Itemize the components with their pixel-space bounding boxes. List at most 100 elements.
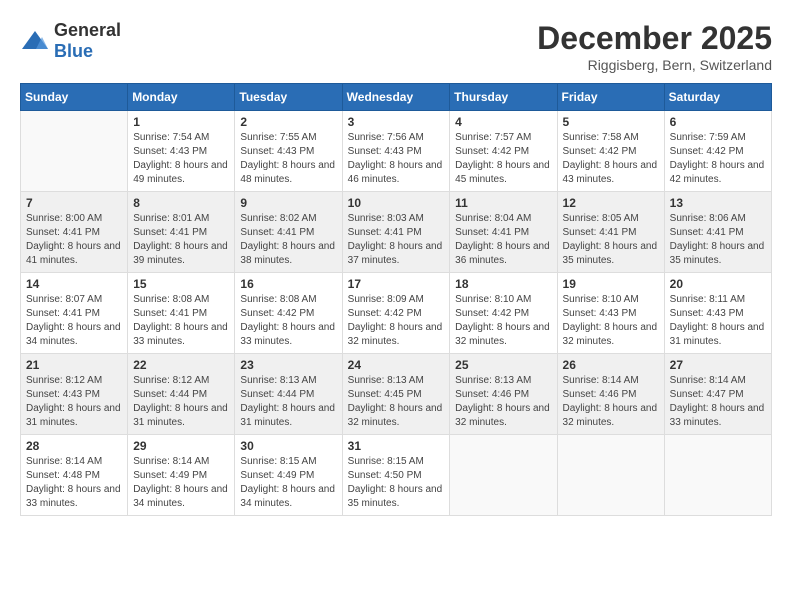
- day-number: 27: [670, 358, 766, 372]
- weekday-header-sunday: Sunday: [21, 84, 128, 111]
- day-number: 15: [133, 277, 229, 291]
- day-info: Sunrise: 8:08 AMSunset: 4:41 PMDaylight:…: [133, 293, 229, 349]
- day-info: Sunrise: 8:08 AMSunset: 4:42 PMDaylight:…: [240, 293, 336, 349]
- day-info: Sunrise: 8:14 AMSunset: 4:49 PMDaylight:…: [133, 455, 229, 511]
- calendar-cell: 30 Sunrise: 8:15 AMSunset: 4:49 PMDayligh…: [235, 435, 342, 516]
- calendar-cell: [557, 435, 664, 516]
- day-number: 3: [348, 115, 445, 129]
- day-info: Sunrise: 8:13 AMSunset: 4:45 PMDaylight:…: [348, 374, 445, 430]
- calendar-cell: [21, 111, 128, 192]
- day-number: 13: [670, 196, 766, 210]
- day-number: 22: [133, 358, 229, 372]
- day-number: 21: [26, 358, 122, 372]
- calendar-cell: 9 Sunrise: 8:02 AMSunset: 4:41 PMDaylight…: [235, 192, 342, 273]
- day-info: Sunrise: 8:15 AMSunset: 4:49 PMDaylight:…: [240, 455, 336, 511]
- day-number: 16: [240, 277, 336, 291]
- calendar-cell: 5Sunrise: 7:58 AMSunset: 4:42 PMDaylight…: [557, 111, 664, 192]
- day-info: Sunrise: 8:09 AMSunset: 4:42 PMDaylight:…: [348, 293, 445, 349]
- day-info: Sunrise: 8:11 AMSunset: 4:43 PMDaylight:…: [670, 293, 766, 349]
- calendar-cell: 4Sunrise: 7:57 AMSunset: 4:42 PMDaylight…: [450, 111, 557, 192]
- calendar-cell: 25Sunrise: 8:13 AMSunset: 4:46 PMDayligh…: [450, 354, 557, 435]
- calendar-cell: 18 Sunrise: 8:10 AMSunset: 4:42 PMDayligh…: [450, 273, 557, 354]
- day-info: Sunrise: 8:02 AMSunset: 4:41 PMDaylight:…: [240, 212, 336, 268]
- day-number: 9: [240, 196, 336, 210]
- calendar-cell: 19 Sunrise: 8:10 AMSunset: 4:43 PMDayligh…: [557, 273, 664, 354]
- day-number: 28: [26, 439, 122, 453]
- calendar-cell: 21 Sunrise: 8:12 AMSunset: 4:43 PMDayligh…: [21, 354, 128, 435]
- day-info: Sunrise: 8:05 AMSunset: 4:41 PMDaylight:…: [563, 212, 659, 268]
- day-number: 30: [240, 439, 336, 453]
- day-info: Sunrise: 7:59 AMSunset: 4:42 PMDaylight:…: [670, 131, 766, 187]
- calendar-cell: 13 Sunrise: 8:06 AMSunset: 4:41 PMDayligh…: [664, 192, 771, 273]
- calendar-cell: 24 Sunrise: 8:13 AMSunset: 4:45 PMDayligh…: [342, 354, 450, 435]
- day-number: 12: [563, 196, 659, 210]
- calendar-cell: 6 Sunrise: 7:59 AMSunset: 4:42 PMDaylight…: [664, 111, 771, 192]
- day-number: 18: [455, 277, 551, 291]
- calendar-week-row: 7 Sunrise: 8:00 AMSunset: 4:41 PMDaylight…: [21, 192, 772, 273]
- title-area: December 2025 Riggisberg, Bern, Switzerl…: [537, 20, 772, 73]
- month-title: December 2025: [537, 20, 772, 57]
- day-number: 24: [348, 358, 445, 372]
- day-info: Sunrise: 8:00 AMSunset: 4:41 PMDaylight:…: [26, 212, 122, 268]
- day-info: Sunrise: 8:13 AMSunset: 4:46 PMDaylight:…: [455, 374, 551, 430]
- day-info: Sunrise: 8:14 AMSunset: 4:46 PMDaylight:…: [563, 374, 659, 430]
- calendar-cell: 1Sunrise: 7:54 AMSunset: 4:43 PMDaylight…: [128, 111, 235, 192]
- day-number: 10: [348, 196, 445, 210]
- day-number: 20: [670, 277, 766, 291]
- day-number: 14: [26, 277, 122, 291]
- calendar-cell: 2Sunrise: 7:55 AMSunset: 4:43 PMDaylight…: [235, 111, 342, 192]
- day-number: 26: [563, 358, 659, 372]
- day-number: 6: [670, 115, 766, 129]
- calendar-table: SundayMondayTuesdayWednesdayThursdayFrid…: [20, 83, 772, 516]
- calendar-cell: 31 Sunrise: 8:15 AMSunset: 4:50 PMDayligh…: [342, 435, 450, 516]
- day-number: 2: [240, 115, 336, 129]
- day-number: 8: [133, 196, 229, 210]
- day-info: Sunrise: 8:10 AMSunset: 4:42 PMDaylight:…: [455, 293, 551, 349]
- day-info: Sunrise: 8:14 AMSunset: 4:47 PMDaylight:…: [670, 374, 766, 430]
- weekday-header-thursday: Thursday: [450, 84, 557, 111]
- calendar-cell: 27 Sunrise: 8:14 AMSunset: 4:47 PMDayligh…: [664, 354, 771, 435]
- calendar-cell: 14 Sunrise: 8:07 AMSunset: 4:41 PMDayligh…: [21, 273, 128, 354]
- calendar-cell: 15 Sunrise: 8:08 AMSunset: 4:41 PMDayligh…: [128, 273, 235, 354]
- day-number: 19: [563, 277, 659, 291]
- day-info: Sunrise: 8:06 AMSunset: 4:41 PMDaylight:…: [670, 212, 766, 268]
- calendar-cell: 10 Sunrise: 8:03 AMSunset: 4:41 PMDayligh…: [342, 192, 450, 273]
- calendar-week-row: 21 Sunrise: 8:12 AMSunset: 4:43 PMDayligh…: [21, 354, 772, 435]
- day-info: Sunrise: 8:03 AMSunset: 4:41 PMDaylight:…: [348, 212, 445, 268]
- day-number: 23: [240, 358, 336, 372]
- day-info: Sunrise: 8:04 AMSunset: 4:41 PMDaylight:…: [455, 212, 551, 268]
- calendar-cell: 23Sunrise: 8:13 AMSunset: 4:44 PMDayligh…: [235, 354, 342, 435]
- logo-text-blue: Blue: [54, 41, 93, 61]
- day-info: Sunrise: 8:10 AMSunset: 4:43 PMDaylight:…: [563, 293, 659, 349]
- day-info: Sunrise: 7:57 AMSunset: 4:42 PMDaylight:…: [455, 131, 551, 187]
- calendar-cell: 29Sunrise: 8:14 AMSunset: 4:49 PMDayligh…: [128, 435, 235, 516]
- calendar-week-row: 1Sunrise: 7:54 AMSunset: 4:43 PMDaylight…: [21, 111, 772, 192]
- day-number: 7: [26, 196, 122, 210]
- calendar-cell: 20 Sunrise: 8:11 AMSunset: 4:43 PMDayligh…: [664, 273, 771, 354]
- day-info: Sunrise: 8:12 AMSunset: 4:44 PMDaylight:…: [133, 374, 229, 430]
- calendar-cell: 7 Sunrise: 8:00 AMSunset: 4:41 PMDaylight…: [21, 192, 128, 273]
- logo: General Blue: [20, 20, 121, 62]
- logo-text-general: General: [54, 20, 121, 40]
- calendar-cell: [450, 435, 557, 516]
- calendar-cell: 12 Sunrise: 8:05 AMSunset: 4:41 PMDayligh…: [557, 192, 664, 273]
- weekday-header-saturday: Saturday: [664, 84, 771, 111]
- calendar-cell: 22 Sunrise: 8:12 AMSunset: 4:44 PMDayligh…: [128, 354, 235, 435]
- calendar-cell: 11 Sunrise: 8:04 AMSunset: 4:41 PMDayligh…: [450, 192, 557, 273]
- calendar-cell: 16 Sunrise: 8:08 AMSunset: 4:42 PMDayligh…: [235, 273, 342, 354]
- calendar-header-row: SundayMondayTuesdayWednesdayThursdayFrid…: [21, 84, 772, 111]
- day-number: 11: [455, 196, 551, 210]
- day-info: Sunrise: 7:54 AMSunset: 4:43 PMDaylight:…: [133, 131, 229, 187]
- calendar-week-row: 14 Sunrise: 8:07 AMSunset: 4:41 PMDayligh…: [21, 273, 772, 354]
- calendar-cell: 3Sunrise: 7:56 AMSunset: 4:43 PMDaylight…: [342, 111, 450, 192]
- day-number: 31: [348, 439, 445, 453]
- calendar-week-row: 28 Sunrise: 8:14 AMSunset: 4:48 PMDayligh…: [21, 435, 772, 516]
- day-info: Sunrise: 8:07 AMSunset: 4:41 PMDaylight:…: [26, 293, 122, 349]
- location-title: Riggisberg, Bern, Switzerland: [537, 57, 772, 73]
- day-info: Sunrise: 8:14 AMSunset: 4:48 PMDaylight:…: [26, 455, 122, 511]
- calendar-cell: 28 Sunrise: 8:14 AMSunset: 4:48 PMDayligh…: [21, 435, 128, 516]
- day-number: 17: [348, 277, 445, 291]
- day-info: Sunrise: 7:58 AMSunset: 4:42 PMDaylight:…: [563, 131, 659, 187]
- day-info: Sunrise: 8:15 AMSunset: 4:50 PMDaylight:…: [348, 455, 445, 511]
- day-info: Sunrise: 8:12 AMSunset: 4:43 PMDaylight:…: [26, 374, 122, 430]
